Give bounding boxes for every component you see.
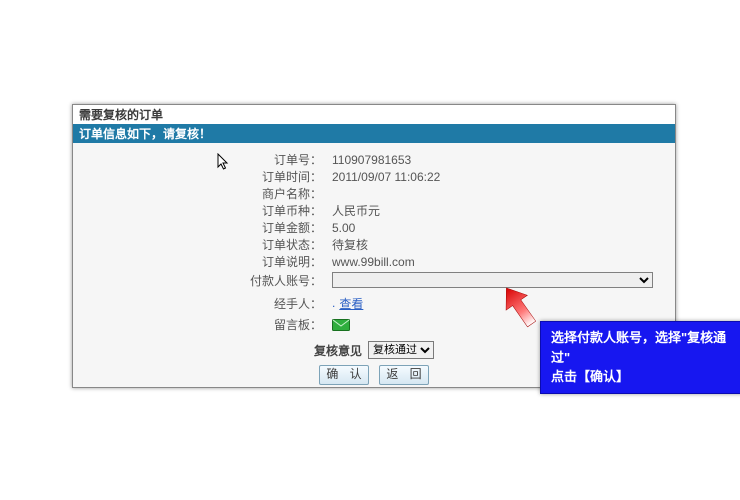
row-currency: 订单币种： 人民币元 [73,202,675,219]
frame-banner: 订单信息如下，请复核！ [73,124,675,143]
value-note [322,319,350,331]
frame-title: 需要复核的订单 [73,105,675,124]
payer-account-select[interactable] [332,272,653,288]
row-status: 订单状态： 待复核 [73,236,675,253]
label-desc: 订单说明： [73,253,322,270]
label-handler: 经手人： [73,295,322,312]
label-order-no: 订单号： [73,151,322,168]
value-currency: 人民币元 [322,202,380,219]
value-order-time: 2011/09/07 11:06:22 [322,170,440,184]
label-amount: 订单金额： [73,219,322,236]
row-amount: 订单金额： 5.00 [73,219,675,236]
row-payer: 付款人账号： [73,270,675,290]
value-status: 待复核 [322,236,368,253]
row-order-time: 订单时间： 2011/09/07 11:06:22 [73,168,675,185]
instruction-callout: 选择付款人账号，选择"复核通过" 点击【确认】 [540,321,740,394]
mail-icon[interactable] [332,319,350,331]
handler-view-link[interactable]: 查看 [339,295,363,312]
value-payer [322,272,653,288]
label-payer: 付款人账号： [73,272,322,289]
field-rows: 订单号： 110907981653 订单时间： 2011/09/07 11:06… [73,143,675,333]
label-order-time: 订单时间： [73,168,322,185]
opinion-label: 复核意见 [314,342,362,359]
review-opinion-select[interactable]: 复核通过 [368,341,434,359]
label-note: 留言板： [73,316,322,333]
callout-line1: 选择付款人账号，选择"复核通过" [551,328,740,367]
value-desc: www.99bill.com [322,255,415,269]
back-button[interactable]: 返 回 [379,365,429,385]
row-desc: 订单说明： www.99bill.com [73,253,675,270]
value-order-no: 110907981653 [322,153,411,167]
row-merchant: 商户名称： [73,185,675,202]
label-merchant: 商户名称： [73,185,322,202]
value-amount: 5.00 [322,221,355,235]
callout-line2: 点击【确认】 [551,367,740,387]
value-handler: . 查看 [322,295,363,312]
confirm-button[interactable]: 确 认 [319,365,369,385]
label-status: 订单状态： [73,236,322,253]
row-handler: 经手人： . 查看 [73,290,675,316]
row-order-no: 订单号： 110907981653 [73,151,675,168]
dot-icon: . [332,296,335,310]
label-currency: 订单币种： [73,202,322,219]
